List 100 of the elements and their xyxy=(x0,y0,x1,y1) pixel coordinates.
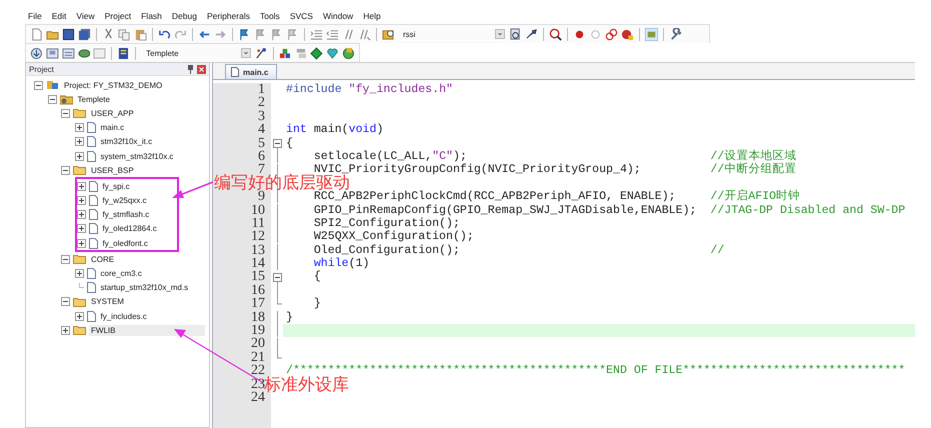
copy-icon[interactable] xyxy=(118,28,131,40)
file-icon xyxy=(86,282,96,294)
code-comment: //开启AFIO时钟 xyxy=(710,190,800,204)
components-icon[interactable] xyxy=(278,46,292,60)
collapse-icon[interactable] xyxy=(48,94,56,104)
tree-item[interactable]: FWLIB xyxy=(89,324,205,336)
menu-item[interactable]: Window xyxy=(322,11,354,21)
download-icon[interactable] xyxy=(30,46,43,60)
editor-tab[interactable]: main.c xyxy=(225,64,278,79)
collapse-icon[interactable] xyxy=(61,108,70,118)
outdent-icon[interactable] xyxy=(326,28,339,40)
folder-icon xyxy=(73,108,86,118)
dropdown-caret-icon[interactable] xyxy=(495,29,505,39)
code-text: } xyxy=(312,297,321,311)
save-icon[interactable] xyxy=(62,28,75,40)
folder-gear-icon xyxy=(60,94,72,105)
menu-item[interactable]: Help xyxy=(363,11,381,21)
close-icon[interactable] xyxy=(197,64,206,74)
wrench-icon[interactable] xyxy=(669,28,682,40)
menu-item[interactable]: Peripherals xyxy=(206,11,250,21)
new-file-icon[interactable] xyxy=(30,28,43,40)
code-text: while(1) xyxy=(312,257,370,270)
folder-icon xyxy=(73,165,86,176)
breakpoint-clear-icon[interactable] xyxy=(621,28,634,40)
globe-icon[interactable] xyxy=(342,46,356,60)
window-layout-icon[interactable] xyxy=(645,28,658,40)
tree-item[interactable]: main.c xyxy=(98,122,126,134)
expand-icon[interactable] xyxy=(76,182,86,191)
tree-item[interactable]: SYSTEM xyxy=(89,296,126,308)
collapse-icon[interactable] xyxy=(61,166,70,175)
tree-item[interactable]: fy_w25qxx.c xyxy=(100,195,149,206)
project-icon xyxy=(46,79,59,92)
tree-item[interactable]: USER_APP xyxy=(89,108,136,119)
cut-icon[interactable] xyxy=(102,28,115,40)
tree-item[interactable]: Project: FY_STM32_DEMO xyxy=(62,80,164,91)
find-combo-field[interactable]: rssi xyxy=(398,27,506,41)
menu-item[interactable]: SVCS xyxy=(290,11,313,21)
diamond-icon[interactable] xyxy=(310,46,324,60)
tree-item[interactable]: fy_spi.c xyxy=(100,180,132,192)
file-icon xyxy=(88,223,98,234)
flag-icon[interactable] xyxy=(238,28,251,40)
file-icon xyxy=(86,150,96,162)
code-text: setlocale(LC_ALL,"C"); xyxy=(312,150,468,164)
tree-item[interactable]: USER_BSP xyxy=(89,164,136,176)
pin-icon[interactable] xyxy=(187,64,194,74)
expand-icon[interactable] xyxy=(74,123,84,132)
tree-item[interactable]: Templete xyxy=(76,94,112,105)
panel-title: Project xyxy=(29,64,54,74)
save-all-icon[interactable] xyxy=(78,28,91,40)
file-icon xyxy=(86,310,96,322)
tree-item[interactable]: fy_stmflash.c xyxy=(100,209,152,220)
tree-item[interactable]: fy_oledfont.c xyxy=(100,238,150,249)
expand-icon[interactable] xyxy=(74,137,84,146)
indent-icon[interactable] xyxy=(310,28,323,40)
expand-icon[interactable] xyxy=(61,326,70,335)
collapse-icon[interactable] xyxy=(61,254,70,264)
menu-item[interactable]: Flash xyxy=(141,11,162,21)
code-text: RCC_APB2PeriphClockCmd(RCC_APB2Periph_AFIO, ENABLE); xyxy=(312,190,677,204)
line-number: 7 xyxy=(258,163,266,177)
menu-item[interactable]: View xyxy=(76,11,95,21)
code-text: Oled_Configuration(); xyxy=(312,244,461,258)
file-icon xyxy=(86,136,96,148)
heart-icon[interactable] xyxy=(326,46,340,60)
collapse-icon[interactable] xyxy=(34,80,43,90)
tree-item[interactable]: core_cm3.c xyxy=(98,268,144,280)
tree-item[interactable]: system_stm32f10x.c xyxy=(98,150,176,162)
line-number: 13 xyxy=(250,244,266,258)
file-icon xyxy=(88,209,98,220)
expand-icon[interactable] xyxy=(76,224,86,234)
tree-item[interactable]: startup_stm32f10x_md.s xyxy=(98,282,190,294)
expand-icon[interactable] xyxy=(76,210,86,220)
menu-item[interactable]: Edit xyxy=(52,11,66,21)
code-comment: //设置本地区域 xyxy=(710,150,796,163)
comment-icon[interactable] xyxy=(342,28,355,40)
tree-item[interactable]: stm32f10x_it.c xyxy=(98,136,154,148)
linked-circles-icon[interactable] xyxy=(605,28,618,40)
expand-icon[interactable] xyxy=(76,238,86,248)
uncomment-icon[interactable] xyxy=(358,28,371,40)
debug-magnifier-icon[interactable] xyxy=(549,28,562,40)
menu-item[interactable]: Tools xyxy=(260,11,280,21)
expand-icon[interactable] xyxy=(74,312,84,321)
menu-item[interactable]: Debug xyxy=(172,11,197,21)
expand-icon[interactable] xyxy=(76,196,86,206)
expand-icon[interactable] xyxy=(74,152,84,161)
fold-collapse-icon[interactable] xyxy=(272,136,282,150)
tree-item[interactable]: fy_includes.c xyxy=(98,310,149,322)
tree-item[interactable]: CORE xyxy=(89,254,116,265)
dropdown-caret-icon[interactable] xyxy=(240,48,251,58)
code-text: GPIO_PinRemapConfig(GPIO_Remap_SWJ_JTAGDisable,ENABLE); xyxy=(312,204,698,217)
fold-collapse-icon[interactable] xyxy=(272,270,282,284)
annotation-arrow xyxy=(172,181,214,198)
paste-icon[interactable] xyxy=(134,28,147,40)
line-number: 6 xyxy=(257,150,266,164)
tree-item[interactable]: fy_oled12864.c xyxy=(100,223,159,234)
menu-item[interactable]: File xyxy=(28,11,42,21)
target-select[interactable]: Templete xyxy=(141,46,252,60)
collapse-icon[interactable] xyxy=(61,297,70,306)
line-number: 24 xyxy=(250,390,265,404)
expand-icon[interactable] xyxy=(74,269,84,278)
menu-item[interactable]: Project xyxy=(104,11,132,21)
